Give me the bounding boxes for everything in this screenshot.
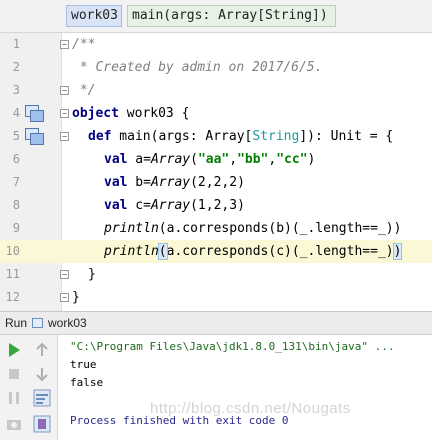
line-number: 6 xyxy=(12,152,20,166)
code-line[interactable]: 1 − /** xyxy=(0,33,432,56)
line-number: 2 xyxy=(12,60,20,74)
console-output[interactable]: "C:\Program Files\Java\jdk1.8.0_131\bin\… xyxy=(64,335,432,440)
run-tool-window-header: Run work03 xyxy=(0,311,432,335)
code-text: */ xyxy=(72,83,96,98)
camera-icon[interactable] xyxy=(5,415,23,433)
run-label[interactable]: Run xyxy=(5,316,27,330)
code-text: def main(args: Array[String]): Unit = { xyxy=(88,129,394,144)
line-number: 11 xyxy=(5,267,20,281)
code-text: } xyxy=(72,290,80,305)
watermark-text: http://blog.csdn.net/Nougats xyxy=(150,400,351,417)
run-config-tab[interactable]: work03 xyxy=(48,316,87,330)
code-line-current[interactable]: 10 println(a.corresponds(c)(_.length==_)… xyxy=(0,240,432,263)
code-text: println(a.corresponds(b)(_.length==_)) xyxy=(104,221,402,236)
line-number: 9 xyxy=(12,221,20,235)
print-icon[interactable] xyxy=(33,415,51,433)
code-text: val c=Array(1,2,3) xyxy=(104,198,245,213)
breadcrumb-item-method[interactable]: main(args: Array[String]) xyxy=(127,5,336,27)
down-arrow-icon[interactable] xyxy=(33,365,51,383)
console-output-line: true xyxy=(70,358,97,371)
code-text: object work03 { xyxy=(72,106,190,121)
line-number: 8 xyxy=(12,198,20,212)
stop-icon[interactable] xyxy=(5,365,23,383)
run-icon[interactable] xyxy=(5,341,23,359)
run-toolbar xyxy=(0,335,58,440)
code-line[interactable]: 7 val b=Array(2,2,2) xyxy=(0,171,432,194)
line-number: 7 xyxy=(12,175,20,189)
line-number: 5 xyxy=(12,129,20,143)
code-text: } xyxy=(88,267,96,282)
code-line[interactable]: 2 * Created by admin on 2017/6/5. xyxy=(0,56,432,79)
code-line[interactable]: 11 − } xyxy=(0,263,432,286)
console-output-line: false xyxy=(70,376,104,389)
wrap-icon[interactable] xyxy=(33,389,51,407)
code-text: val b=Array(2,2,2) xyxy=(104,175,245,190)
code-text: val a=Array("aa","bb","cc") xyxy=(104,152,316,167)
code-line[interactable]: 9 println(a.corresponds(b)(_.length==_)) xyxy=(0,217,432,240)
code-line[interactable]: 5 − def main(args: Array[String]): Unit … xyxy=(0,125,432,148)
fold-icon[interactable]: − xyxy=(60,86,69,95)
code-editor[interactable]: 1 − /** 2 * Created by admin on 2017/6/5… xyxy=(0,33,432,311)
override-icon[interactable] xyxy=(25,105,45,122)
run-config-icon xyxy=(32,318,43,328)
code-line[interactable]: 8 val c=Array(1,2,3) xyxy=(0,194,432,217)
console-command-line[interactable]: "C:\Program Files\Java\jdk1.8.0_131\bin\… xyxy=(70,339,395,355)
code-text: /** xyxy=(72,37,96,52)
line-number: 4 xyxy=(12,106,20,120)
line-number: 10 xyxy=(5,244,20,258)
code-line[interactable]: 12 − } xyxy=(0,286,432,309)
breadcrumb: work03 main(args: Array[String]) xyxy=(0,0,432,33)
override-icon[interactable] xyxy=(25,128,45,145)
code-line[interactable]: 4 − object work03 { xyxy=(0,102,432,125)
fold-icon[interactable]: − xyxy=(60,40,69,49)
fold-icon[interactable]: − xyxy=(60,293,69,302)
line-number: 3 xyxy=(12,83,20,97)
line-number: 1 xyxy=(12,37,20,51)
code-text: println(a.corresponds(c)(_.length==_)) xyxy=(104,243,403,260)
code-text: * Created by admin on 2017/6/5. xyxy=(72,60,323,75)
code-line[interactable]: 6 val a=Array("aa","bb","cc") xyxy=(0,148,432,171)
code-line[interactable]: 3 − */ xyxy=(0,79,432,102)
up-arrow-icon[interactable] xyxy=(33,341,51,359)
fold-icon[interactable]: − xyxy=(60,270,69,279)
breadcrumb-item-object[interactable]: work03 xyxy=(66,5,122,27)
fold-icon[interactable]: − xyxy=(60,132,69,141)
line-number: 12 xyxy=(5,290,20,304)
fold-icon[interactable]: − xyxy=(60,109,69,118)
pause-icon[interactable] xyxy=(5,389,23,407)
